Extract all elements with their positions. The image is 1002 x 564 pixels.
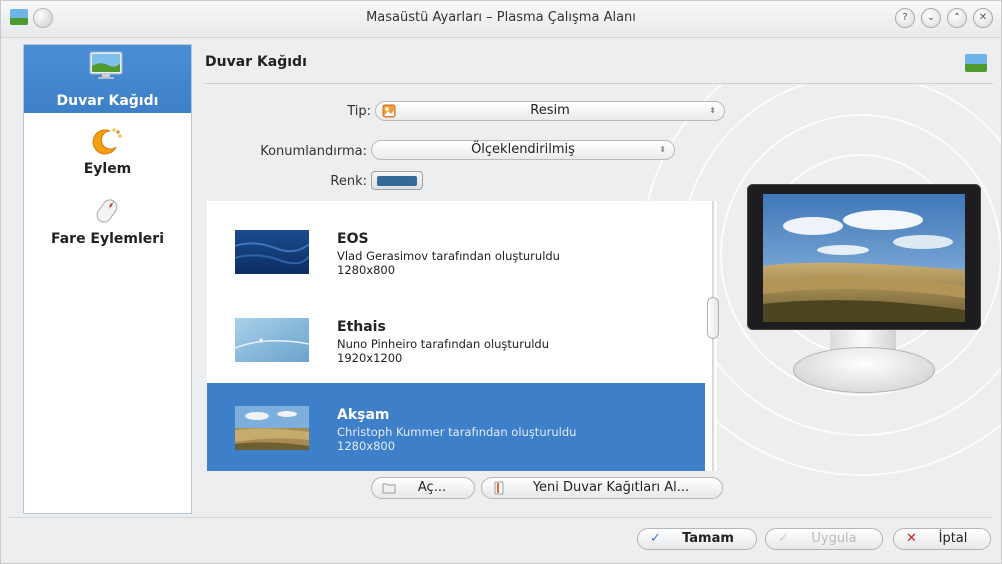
cancel-button[interactable]: ✕ İptal [893, 528, 991, 550]
folder-open-icon [382, 483, 396, 494]
monitor-base [793, 347, 935, 393]
sidebar-item-label: Eylem [83, 161, 132, 177]
list-item[interactable]: Ethais Nuno Pinheiro tarafından oluşturu… [207, 295, 705, 385]
cancel-icon: ✕ [906, 531, 917, 546]
wallpaper-list[interactable]: EOS Vlad Gerasimov tarafından oluşturuld… [207, 201, 717, 471]
type-select-value: Resim [530, 103, 570, 118]
window-title: Masaüstü Ayarları – Plasma Çalışma Alanı [366, 10, 636, 25]
chevron-updown-icon: ⬍ [659, 145, 666, 154]
minimize-button[interactable]: ⌄ [921, 8, 941, 28]
ok-button-label: Tamam [682, 531, 734, 546]
wallpaper-resolution: 1280x800 [337, 263, 396, 277]
position-label: Konumlandırma: [260, 144, 367, 159]
position-select-value: Ölçeklendirilmiş [471, 142, 575, 157]
settings-window: Masaüstü Ayarları – Plasma Çalışma Alanı… [0, 0, 1002, 564]
color-label: Renk: [330, 174, 367, 189]
image-icon [382, 104, 396, 118]
get-new-wallpapers-label: Yeni Duvar Kağıtları Al... [532, 480, 690, 495]
list-item[interactable]: Akşam Christoph Kummer tarafından oluştu… [207, 383, 705, 471]
list-item[interactable]: EOS Vlad Gerasimov tarafından oluşturuld… [207, 207, 705, 297]
sidebar-item-label: Duvar Kağıdı [56, 93, 159, 109]
wallpaper-name: Akşam [337, 407, 390, 423]
apply-button[interactable]: ✓ Uygula [765, 528, 883, 550]
sidebar-item-activity[interactable]: Eylem [24, 121, 191, 189]
color-picker-button[interactable] [371, 171, 423, 190]
wallpaper-author: Nuno Pinheiro tarafından oluşturuldu [337, 337, 550, 351]
wallpaper-thumbnail [235, 406, 309, 450]
help-button[interactable]: ? [895, 8, 915, 28]
wallpaper-thumbnail [235, 318, 309, 362]
wallpaper-author: Christoph Kummer tarafından oluşturuldu [337, 425, 577, 439]
download-icon [494, 481, 504, 495]
monitor-preview [747, 184, 981, 330]
apply-icon: ✓ [778, 531, 789, 546]
get-new-wallpapers-button[interactable]: Yeni Duvar Kağıtları Al... [481, 477, 723, 499]
color-swatch [377, 176, 417, 186]
page-title: Duvar Kağıdı [205, 54, 307, 70]
sidebar-item-wallpaper[interactable]: Duvar Kağıdı [24, 45, 191, 113]
header-divider [205, 83, 993, 84]
activity-icon [92, 128, 122, 155]
maximize-button[interactable]: ⌃ [947, 8, 967, 28]
ok-button[interactable]: ✓ Tamam [637, 528, 757, 550]
apply-button-label: Uygula [811, 531, 857, 546]
window-controls: ? ⌄ ⌃ ✕ [895, 8, 993, 28]
wallpaper-name: Ethais [337, 319, 386, 335]
wallpaper-resolution: 1920x1200 [337, 351, 403, 365]
page-header: Duvar Kağıdı [205, 47, 991, 77]
wallpaper-thumbnail [235, 230, 309, 274]
cancel-button-label: İptal [938, 531, 968, 546]
wallpaper-preview [763, 194, 965, 322]
title-bar: Masaüstü Ayarları – Plasma Çalışma Alanı… [1, 1, 1001, 38]
sidebar-item-mouse-actions[interactable]: Fare Eylemleri [24, 193, 191, 261]
sidebar: Duvar Kağıdı Eylem Fare Eylemleri [23, 44, 192, 514]
type-label: Tip: [347, 104, 371, 119]
sidebar-item-label: Fare Eylemleri [50, 231, 165, 247]
wallpaper-icon [89, 51, 123, 79]
footer-divider [9, 517, 993, 518]
wallpaper-icon [965, 54, 987, 72]
close-button[interactable]: ✕ [973, 8, 993, 28]
mouse-icon [96, 199, 118, 223]
open-button[interactable]: Aç... [371, 477, 475, 499]
chevron-updown-icon: ⬍ [709, 106, 716, 115]
wallpaper-resolution: 1280x800 [337, 439, 396, 453]
open-button-label: Aç... [417, 480, 447, 495]
wallpaper-name: EOS [337, 231, 369, 247]
checkmark-icon: ✓ [650, 531, 661, 546]
position-select[interactable]: Ölçeklendirilmiş ⬍ [371, 140, 675, 160]
list-scrollbar[interactable] [707, 201, 719, 471]
type-select[interactable]: Resim ⬍ [375, 101, 725, 121]
wallpaper-author: Vlad Gerasimov tarafından oluşturuldu [337, 249, 560, 263]
scrollbar-thumb[interactable] [707, 297, 719, 339]
